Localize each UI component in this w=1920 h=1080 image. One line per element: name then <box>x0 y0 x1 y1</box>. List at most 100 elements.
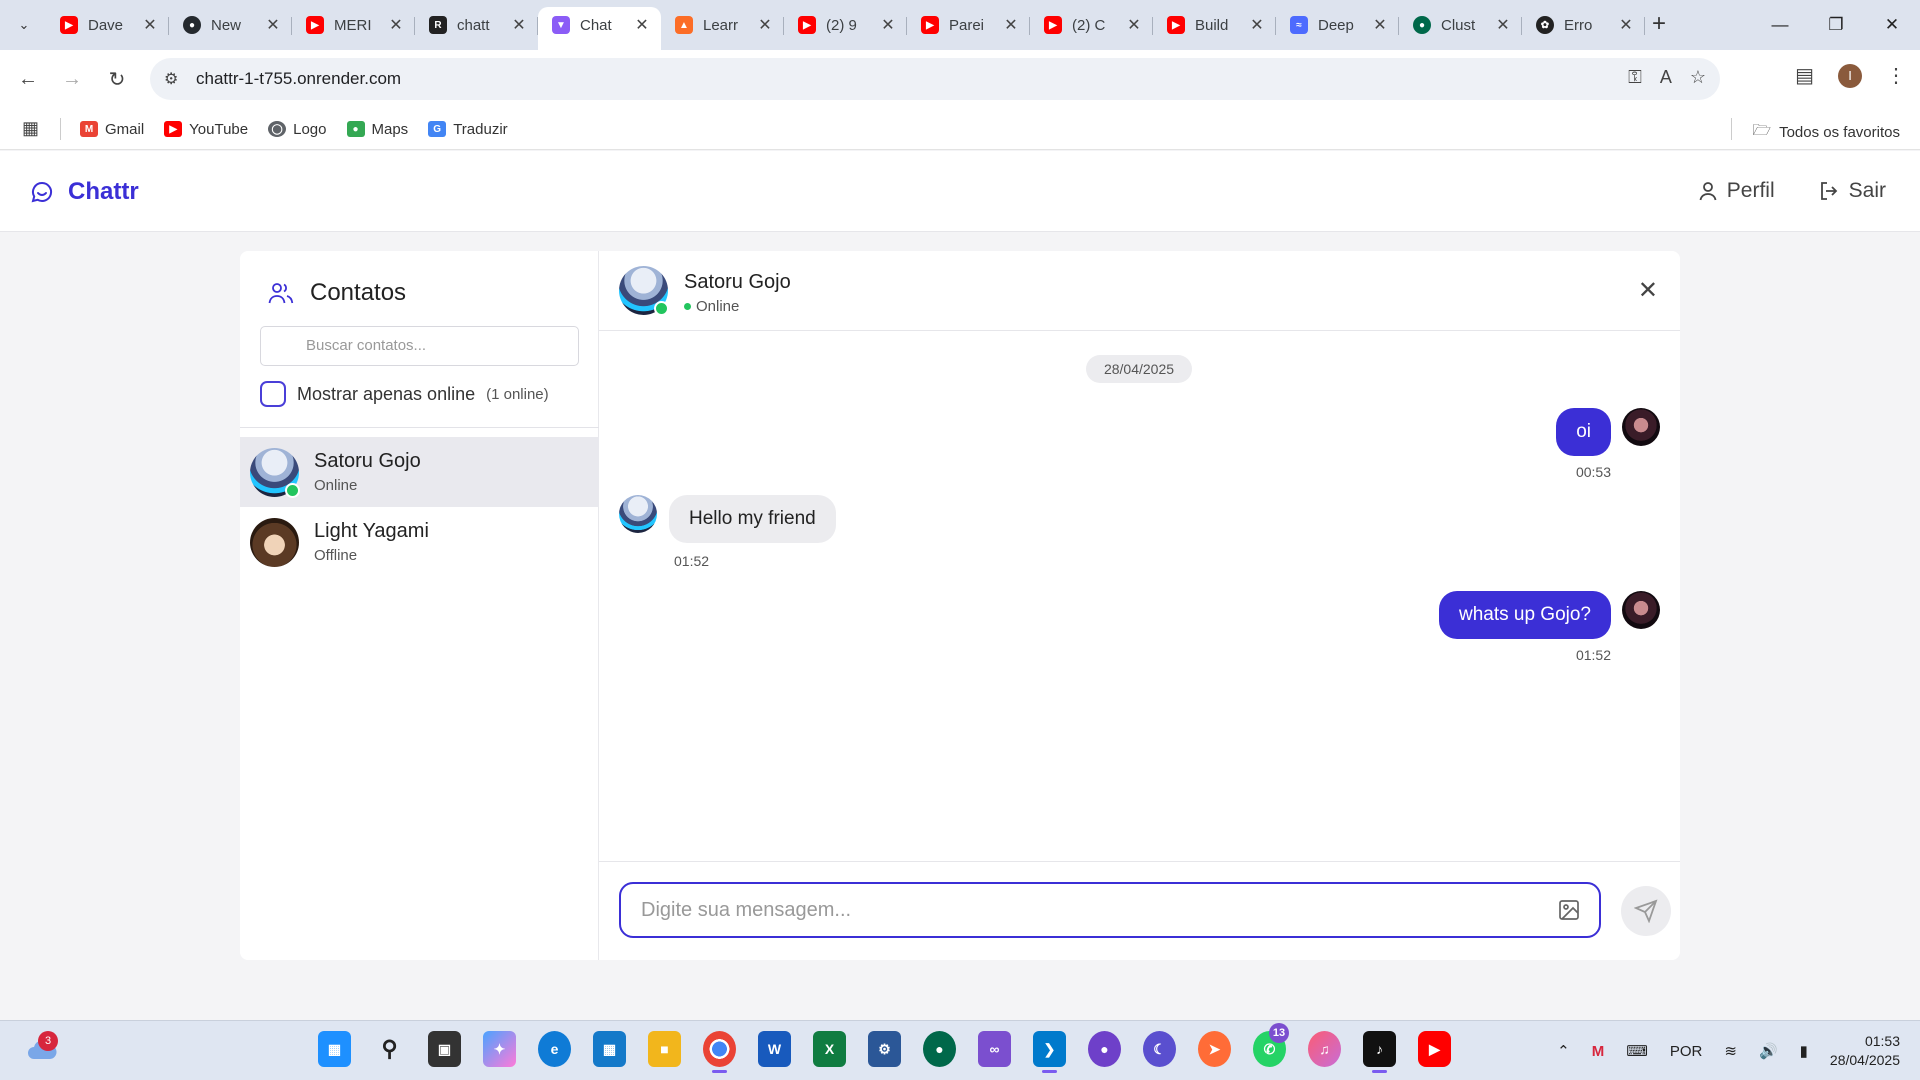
close-tab-icon[interactable]: ✕ <box>1617 15 1635 35</box>
forward-icon[interactable]: → <box>58 65 86 93</box>
postman-icon[interactable]: ➤ <box>1198 1031 1231 1067</box>
close-tab-icon[interactable]: ✕ <box>1248 15 1266 35</box>
close-tab-icon[interactable]: ✕ <box>1125 15 1143 35</box>
contact-item-light-yagami[interactable]: Light Yagami Offline <box>240 507 599 577</box>
browser-tab[interactable]: ✿ Erro ✕ <box>1522 7 1645 43</box>
volume-icon[interactable]: 🔊 <box>1759 1042 1778 1060</box>
github-icon: ● <box>183 16 201 34</box>
youtube-icon[interactable]: ▶ <box>1418 1031 1451 1067</box>
close-tab-icon[interactable]: ✕ <box>1371 15 1389 35</box>
bookmark-traduzir[interactable]: G Traduzir <box>428 121 508 138</box>
battery-icon[interactable]: ▮ <box>1800 1042 1808 1060</box>
chrome-icon[interactable] <box>703 1031 736 1073</box>
bookmark-star-icon[interactable]: ☆ <box>1690 67 1706 88</box>
close-tab-icon[interactable]: ✕ <box>264 15 282 35</box>
browser-tab[interactable]: ▶ Dave ✕ <box>46 7 169 43</box>
avatar <box>250 447 300 498</box>
bookmark-maps[interactable]: ● Maps <box>346 121 408 138</box>
close-tab-icon[interactable]: ✕ <box>1002 15 1020 35</box>
contact-search-input[interactable]: Buscar contatos... <box>260 326 579 366</box>
language-indicator[interactable]: POR <box>1670 1043 1703 1060</box>
tab-search-chevron-icon[interactable]: ⌄ <box>8 9 40 41</box>
vscode-icon[interactable]: ❯ <box>1033 1031 1066 1073</box>
all-bookmarks-button[interactable]: 🗁 Todos os favoritos <box>1752 120 1900 145</box>
send-button[interactable] <box>1621 886 1671 936</box>
back-icon[interactable]: ← <box>14 65 42 93</box>
browser-tab[interactable]: ▲ Learr ✕ <box>661 7 784 43</box>
browser-tab-active[interactable]: ▼ Chat ✕ <box>538 7 661 50</box>
browser-tab[interactable]: ▶ MERI ✕ <box>292 7 415 43</box>
new-tab-icon[interactable]: + <box>1652 12 1666 36</box>
wifi-icon[interactable]: ≋ <box>1724 1042 1737 1060</box>
chat-card: Contatos Buscar contatos... Mostrar apen… <box>240 251 1680 960</box>
online-only-checkbox[interactable] <box>260 381 286 407</box>
close-tab-icon[interactable]: ✕ <box>633 15 651 35</box>
bookmarks-bar: ▦ M Gmail ▶ YouTube ◯ Logo ● Maps G Traduzir … <box>0 108 1920 150</box>
chat-panel: Satoru Gojo Online ✕ 28/04/2025 oi 00:53… <box>599 251 1680 960</box>
mysql-workbench-icon[interactable]: ⚙ <box>868 1031 901 1067</box>
copilot-icon[interactable]: ✦ <box>483 1031 516 1067</box>
site-settings-icon[interactable]: ⚙ <box>164 69 178 89</box>
url-text[interactable]: chattr-1-t755.onrender.com <box>196 69 401 89</box>
close-tab-icon[interactable]: ✕ <box>756 15 774 35</box>
extensions-icon[interactable]: ▤ <box>1795 63 1814 88</box>
store-icon[interactable]: ▦ <box>593 1031 626 1067</box>
minimize-icon[interactable]: — <box>1752 0 1808 50</box>
keyboard-icon[interactable]: ⌨ <box>1626 1042 1648 1060</box>
profile-button[interactable]: Perfil <box>1699 179 1775 203</box>
message-input[interactable]: Digite sua mensagem... <box>619 882 1601 938</box>
task-view-icon[interactable]: ▣ <box>428 1031 461 1067</box>
close-chat-icon[interactable]: ✕ <box>1638 276 1658 305</box>
globe-icon: ◯ <box>268 121 287 137</box>
search-icon[interactable]: ⚲ <box>373 1031 406 1067</box>
reload-icon[interactable]: ↻ <box>103 65 131 93</box>
translate-icon[interactable]: Α <box>1660 67 1672 88</box>
apps-grid-icon[interactable]: ▦ <box>22 118 39 139</box>
edge-icon[interactable]: e <box>538 1031 571 1067</box>
close-tab-icon[interactable]: ✕ <box>510 15 528 35</box>
word-icon[interactable]: W <box>758 1031 791 1067</box>
file-explorer-icon[interactable]: ■ <box>648 1031 681 1067</box>
mcafee-icon[interactable]: M <box>1592 1043 1605 1060</box>
clock[interactable]: 01:53 28/04/2025 <box>1830 1032 1900 1070</box>
logout-button[interactable]: Sair <box>1819 179 1886 203</box>
menu-kebab-icon[interactable]: ⋮ <box>1886 63 1906 88</box>
moon-app-icon[interactable]: ☾ <box>1143 1031 1176 1067</box>
image-attach-icon[interactable] <box>1557 898 1581 922</box>
browser-tab[interactable]: ● Clust ✕ <box>1399 7 1522 43</box>
browser-tab[interactable]: ▶ Parei ✕ <box>907 7 1030 43</box>
browser-tab[interactable]: Rchatt ✕ <box>415 7 538 43</box>
mongodb-compass-icon[interactable]: ● <box>923 1031 956 1067</box>
visual-studio-icon[interactable]: ∞ <box>978 1031 1011 1067</box>
bookmark-label: Gmail <box>105 120 145 138</box>
github-desktop-icon[interactable]: ● <box>1088 1031 1121 1067</box>
chevron-up-icon[interactable]: ⌃ <box>1557 1042 1570 1060</box>
close-tab-icon[interactable]: ✕ <box>879 15 897 35</box>
browser-tab[interactable]: ▶ (2) 9 ✕ <box>784 7 907 43</box>
address-bar[interactable]: ⚙ chattr-1-t755.onrender.com ⚿ Α ☆ <box>150 58 1720 100</box>
browser-tab[interactable]: ≈ Deep ✕ <box>1276 7 1399 43</box>
browser-tab[interactable]: ▶ (2) C ✕ <box>1030 7 1153 43</box>
restore-icon[interactable]: ❐ <box>1808 0 1864 50</box>
whatsapp-icon[interactable]: ✆ 13 <box>1253 1023 1289 1067</box>
bookmark-youtube[interactable]: ▶ YouTube <box>164 121 248 138</box>
close-tab-icon[interactable]: ✕ <box>387 15 405 35</box>
close-tab-icon[interactable]: ✕ <box>1494 15 1512 35</box>
bookmark-logo[interactable]: ◯ Logo <box>268 121 327 138</box>
excel-icon[interactable]: X <box>813 1031 846 1067</box>
brand-logo[interactable]: Chattr <box>30 178 139 206</box>
profile-avatar[interactable]: I <box>1838 63 1862 88</box>
bookmark-gmail[interactable]: M Gmail <box>80 121 144 138</box>
contact-list: Satoru Gojo Online Light Yagami Offline <box>240 437 599 577</box>
close-tab-icon[interactable]: ✕ <box>141 15 159 35</box>
close-window-icon[interactable]: ✕ <box>1864 0 1920 50</box>
windows-start-icon[interactable]: ▦ <box>318 1031 351 1067</box>
itunes-icon[interactable]: ♫ <box>1308 1031 1341 1067</box>
browser-tab[interactable]: ▶ Build ✕ <box>1153 7 1276 43</box>
browser-tab[interactable]: ● New ✕ <box>169 7 292 43</box>
contact-item-satoru-gojo[interactable]: Satoru Gojo Online <box>240 437 599 507</box>
online-filter[interactable]: Mostrar apenas online (1 online) <box>260 381 549 407</box>
password-key-icon[interactable]: ⚿ <box>1628 67 1642 88</box>
tiktok-icon[interactable]: ♪ <box>1363 1031 1396 1073</box>
weather-widget[interactable]: 3 <box>26 1031 58 1063</box>
